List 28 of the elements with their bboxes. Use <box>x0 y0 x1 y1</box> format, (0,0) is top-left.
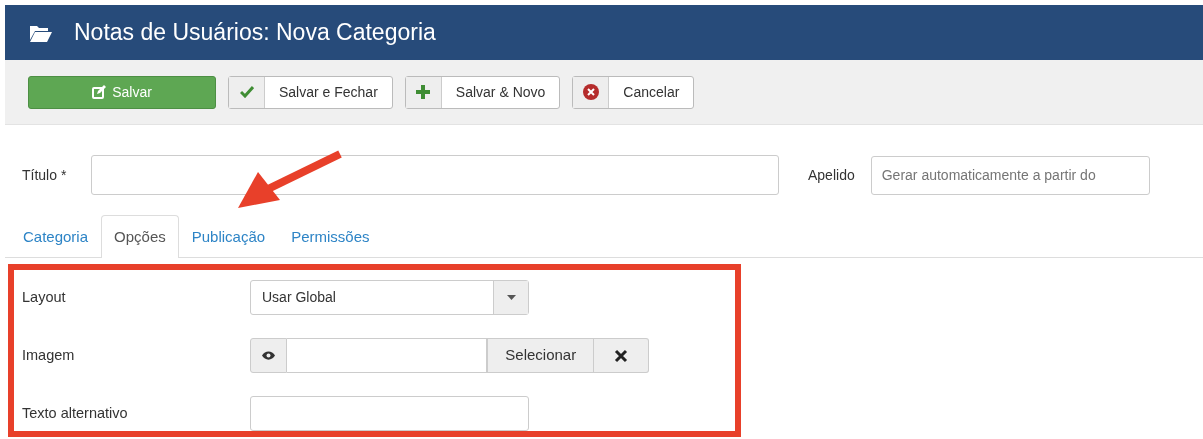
close-icon <box>614 348 629 363</box>
tab[interactable]: Publicação <box>178 215 279 258</box>
edit-icon <box>92 85 107 99</box>
field-label: Texto alternativo <box>22 404 129 423</box>
eye-icon <box>250 338 287 373</box>
caret-icon <box>493 281 528 314</box>
title-input[interactable] <box>91 155 779 195</box>
page-title: Notas de Usuários: Nova Categoria <box>74 18 436 48</box>
tab[interactable]: Opções <box>101 215 179 258</box>
close-button[interactable] <box>594 338 649 373</box>
folder-icon <box>30 23 52 42</box>
layout-select[interactable]: Usar Global <box>250 280 529 315</box>
text-input[interactable] <box>250 396 529 431</box>
cancel-button[interactable]: Cancelar <box>572 75 695 109</box>
field-label: Título * <box>22 165 68 185</box>
tab[interactable]: Permissões <box>278 215 383 258</box>
field-label: Imagem <box>22 346 76 365</box>
check-icon <box>229 76 265 108</box>
select-button[interactable]: Selecionar <box>487 338 595 373</box>
alias-input[interactable]: Gerar automaticamente a partir do <box>870 155 1150 195</box>
tab[interactable]: Categoria <box>10 215 102 258</box>
field-label: Layout <box>22 288 67 307</box>
save-button[interactable]: Salvar e Fechar <box>228 75 393 109</box>
plus-icon <box>405 76 442 108</box>
field-label: Apelido <box>808 165 855 185</box>
cancel-icon <box>573 76 610 108</box>
save-button[interactable]: Salvar & Novo <box>404 75 561 109</box>
image-input[interactable] <box>286 338 488 373</box>
